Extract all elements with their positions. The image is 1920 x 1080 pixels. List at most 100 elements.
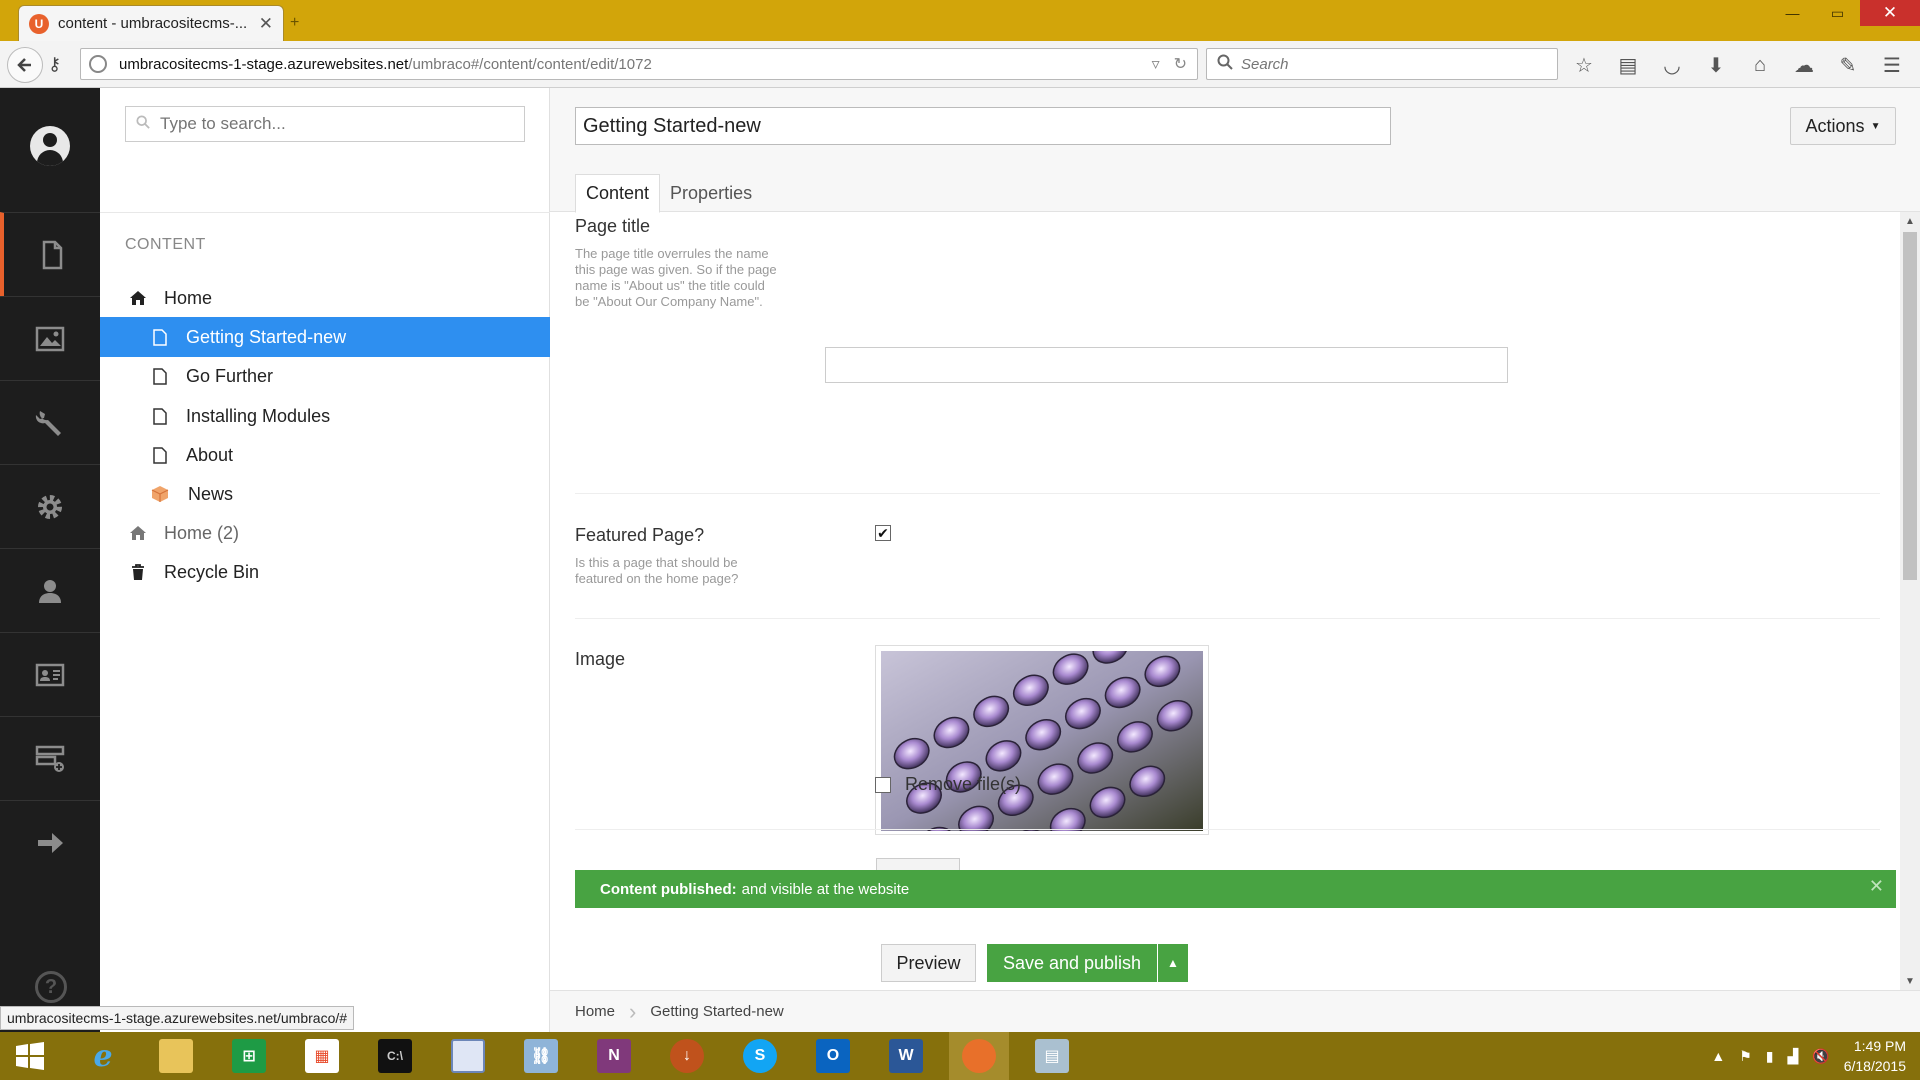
search-input[interactable] [1241,55,1541,73]
tree-item-go-further[interactable]: Go Further [100,356,550,396]
featured-page-checkbox[interactable]: ✔ [875,525,891,541]
close-window-button[interactable]: ✕ [1860,0,1920,26]
save-options-caret-icon[interactable]: ▲ [1158,944,1188,982]
tab-properties[interactable]: Properties [660,174,762,212]
tray-expand-icon[interactable]: ▲ [1711,1048,1725,1064]
save-and-publish-button[interactable]: Save and publish [987,944,1157,982]
section-content[interactable] [0,212,100,296]
section-media[interactable] [0,296,100,380]
tab-content[interactable]: Content [575,174,661,213]
scroll-thumb[interactable] [1903,232,1917,580]
taskbar-onenote[interactable]: N [584,1032,644,1080]
remove-files-checkbox[interactable] [875,776,891,793]
reload-icon[interactable]: ↻ [1174,54,1187,74]
taskbar-word[interactable]: W [876,1032,936,1080]
address-bar[interactable]: umbracositecms-1-stage.azurewebsites.net… [80,48,1198,80]
user-avatar[interactable] [30,126,70,166]
node-name-input[interactable] [575,107,1391,145]
close-icon[interactable]: ✕ [1869,876,1884,897]
section-developer[interactable] [0,380,100,464]
clock[interactable]: 1:49 PM 6/18/2015 [1844,1036,1906,1076]
tree-item-label: Home [164,287,213,308]
image-thumbnail[interactable] [875,645,1209,835]
volume-muted-icon[interactable]: 🔇 [1812,1048,1829,1065]
scroll-down-icon[interactable]: ▼ [1900,972,1920,990]
section-members[interactable] [0,632,100,716]
help-icon[interactable]: ? [35,971,67,1003]
section-settings[interactable] [0,464,100,548]
tree-item-label: Go Further [186,365,274,386]
notification-message: and visible at the website [741,880,910,898]
url-domain: umbracositecms-1-stage.azurewebsites.net [119,55,409,73]
terminal-icon: C:\ [378,1039,412,1073]
minimize-button[interactable]: — [1770,0,1815,26]
taskbar-explorer[interactable] [146,1032,206,1080]
home-browser-icon[interactable]: ⌂ [1746,51,1774,79]
tree-item-recycle-bin[interactable]: Recycle Bin [100,552,550,592]
tree-item-getting-started-new[interactable]: Getting Started-new [100,317,550,357]
id-card-icon [35,663,65,686]
forms-icon [35,745,65,772]
browser-tab[interactable]: U content - umbracositecms-... ✕ [18,5,284,41]
field-divider [575,493,1880,494]
tree-item-label: Home (2) [164,522,240,543]
document-icon [150,407,170,425]
tree-item-about[interactable]: About [100,435,550,475]
taskbar-skype[interactable]: S [730,1032,790,1080]
remove-files-option[interactable]: Remove file(s) [875,774,1021,795]
tree-search[interactable] [125,106,525,142]
taskbar-downloader[interactable]: ↓ [657,1032,717,1080]
tree-item-home[interactable]: Home [100,278,550,318]
download-icon[interactable]: ⬇ [1702,51,1730,79]
network-icon: ⛓ [524,1039,558,1073]
section-deploy[interactable] [0,800,100,884]
chat-icon[interactable]: ☁ [1790,51,1818,79]
section-forms[interactable] [0,716,100,800]
search-bar[interactable] [1206,48,1558,80]
menu-icon[interactable]: ☰ [1878,51,1906,79]
section-users[interactable] [0,548,100,632]
preview-button[interactable]: Preview [881,944,976,982]
breadcrumb-separator-icon: › [629,998,637,1024]
tab-close-icon[interactable]: ✕ [259,14,273,34]
success-notification: Content published: and visible at the we… [575,870,1896,908]
dropdown-icon[interactable]: ▿ [1152,54,1160,74]
page-title-input[interactable] [825,347,1508,383]
back-button[interactable] [7,47,43,83]
pocket-icon[interactable]: ◡ [1658,51,1686,79]
field-description: The page title overrules the name this p… [575,246,777,309]
editor-scrollbar[interactable]: ▲ ▼ [1900,212,1920,990]
breadcrumb-home[interactable]: Home [575,1003,615,1020]
bookmark-star-icon[interactable]: ☆ [1570,51,1598,79]
actions-button[interactable]: Actions ▼ [1790,107,1896,145]
taskbar-window[interactable] [438,1032,498,1080]
taskbar-firefox[interactable] [949,1032,1009,1080]
box-icon [150,485,170,503]
tree-item-home-2[interactable]: Home (2) [100,513,550,553]
bookmarks-list-icon[interactable]: ▤ [1614,51,1642,79]
taskbar-apps[interactable]: ▦ [292,1032,352,1080]
field-divider [575,829,1880,830]
maximize-button[interactable]: ▭ [1815,0,1860,26]
signal-icon[interactable]: ▟ [1787,1048,1798,1065]
taskbar-network[interactable]: ⛓ [511,1032,571,1080]
editor-header: Actions ▼ Content Properties [550,88,1920,213]
tree-search-input[interactable] [160,114,510,134]
tree-item-news[interactable]: News [100,474,550,514]
battery-icon[interactable]: ▮ [1766,1048,1774,1065]
screenshot-icon[interactable]: ✎ [1834,51,1862,79]
wrench-icon [35,410,61,436]
field-label: Page title [575,216,651,236]
taskbar-store[interactable]: ⊞ [219,1032,279,1080]
taskbar-vm[interactable]: ▤ [1022,1032,1082,1080]
flag-icon[interactable]: ⚑ [1739,1048,1752,1065]
taskbar-ie[interactable]: e [73,1032,133,1080]
tree-item-installing-modules[interactable]: Installing Modules [100,396,550,436]
scroll-up-icon[interactable]: ▲ [1900,212,1920,230]
key-icon[interactable]: ⚷ [48,54,61,75]
taskbar-outlook[interactable]: O [803,1032,863,1080]
new-tab-button[interactable]: + [290,14,299,32]
taskbar-cmd[interactable]: C:\ [365,1032,425,1080]
start-button[interactable] [0,1032,60,1080]
field-image: Image [575,649,1880,670]
